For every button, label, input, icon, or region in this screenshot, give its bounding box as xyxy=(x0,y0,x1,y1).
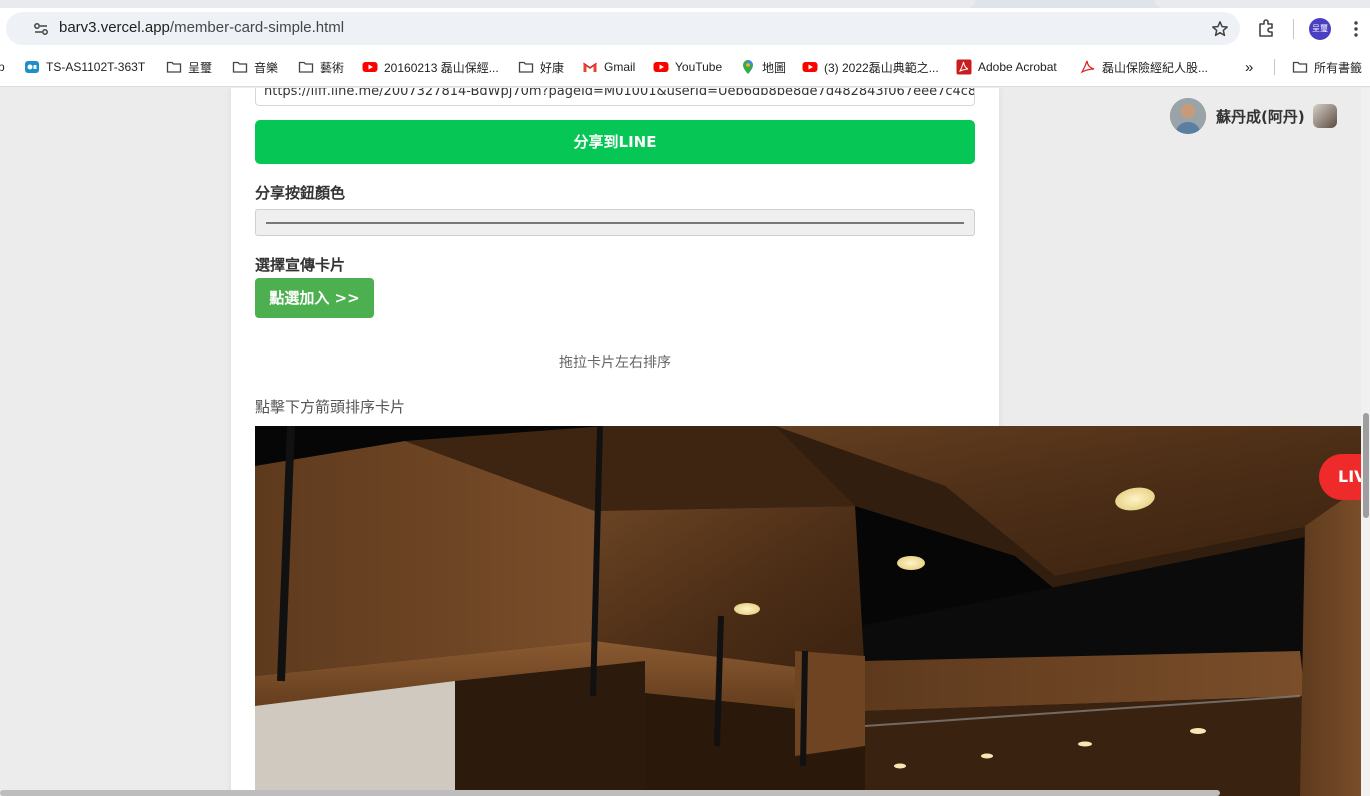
nas-icon xyxy=(25,61,39,73)
browser-menu-icon[interactable] xyxy=(1348,19,1364,39)
bookmark-item[interactable]: 磊山保險經紀人股... xyxy=(1080,58,1208,76)
bookmark-star-icon[interactable] xyxy=(1211,20,1229,38)
bookmark-label: 音樂 xyxy=(254,60,279,75)
share-to-line-button[interactable]: 分享到LINE xyxy=(255,120,975,164)
bookmark-item[interactable]: p xyxy=(0,58,5,76)
share-url-input[interactable]: https://liff.line.me/2007327814-BdWpj70m… xyxy=(255,88,975,106)
bookmark-label: (3) 2022磊山典範之... xyxy=(824,60,939,75)
user-name: 蘇丹成(阿丹) xyxy=(1216,107,1305,126)
bookmark-item[interactable]: 所有書籤 xyxy=(1292,58,1362,76)
toolbar-divider xyxy=(1293,19,1294,39)
color-swatch xyxy=(266,222,964,224)
bookmark-item[interactable]: 20160213 磊山保經... xyxy=(362,58,499,76)
folder-icon xyxy=(518,61,534,73)
bookmark-label: Adobe Acrobat xyxy=(978,60,1057,74)
bookmark-label: 磊山保險經紀人股... xyxy=(1102,60,1209,75)
acrobat-icon xyxy=(956,59,972,75)
arrow-sort-hint: 點擊下方箭頭排序卡片 xyxy=(255,398,406,416)
site-info-icon[interactable] xyxy=(33,21,49,37)
address-bar[interactable]: barv3.vercel.app/member-card-simple.html xyxy=(6,12,1240,45)
interior-ceiling-photo xyxy=(255,426,1362,796)
share-color-picker[interactable] xyxy=(255,209,975,236)
user-secondary-avatar xyxy=(1312,104,1337,128)
add-card-button[interactable]: 點選加入 >> xyxy=(255,278,374,318)
drag-sort-hint: 拖拉卡片左右排序 xyxy=(559,355,671,371)
bookmark-item[interactable]: Gmail xyxy=(582,58,635,76)
bookmark-item[interactable]: YouTube xyxy=(653,58,722,76)
acrobat-outline-icon xyxy=(1080,60,1095,74)
bookmark-label: TS-AS1102T-363T xyxy=(46,60,146,74)
bookmark-item[interactable]: 呈璽 xyxy=(166,58,212,76)
bookmarks-bar: p TS-AS1102T-363T 呈璽 音樂 藝術 20160213 磊山保經… xyxy=(0,54,1370,80)
bookmark-label: 藝術 xyxy=(320,60,345,75)
user-avatar xyxy=(1170,98,1206,134)
bookmarks-divider xyxy=(1274,59,1275,75)
folder-icon xyxy=(166,61,182,73)
select-card-label: 選擇宣傳卡片 xyxy=(255,256,346,274)
bookmark-label: 呈璽 xyxy=(188,60,213,75)
browser-chrome: barv3.vercel.app/member-card-simple.html… xyxy=(0,0,1370,87)
url-text[interactable]: barv3.vercel.app/member-card-simple.html xyxy=(59,19,344,36)
bookmark-label: 所有書籤 xyxy=(1314,60,1363,75)
active-tab[interactable] xyxy=(0,0,975,8)
youtube-icon xyxy=(653,62,669,72)
youtube-icon xyxy=(362,62,378,72)
scrollbar-thumb[interactable] xyxy=(1363,413,1369,518)
more-bookmarks-button[interactable]: » xyxy=(1245,58,1253,76)
more-icon: » xyxy=(1245,58,1254,76)
profile-avatar[interactable]: 呈璽 xyxy=(1309,18,1331,40)
bookmark-item[interactable]: (3) 2022磊山典範之... xyxy=(802,58,939,76)
bookmark-label: Gmail xyxy=(604,60,636,74)
folder-icon xyxy=(1292,61,1308,73)
promo-card-image[interactable] xyxy=(255,426,1362,796)
folder-icon xyxy=(232,61,248,73)
folder-icon xyxy=(298,61,314,73)
tab-strip xyxy=(0,0,1370,8)
bookmark-label: 20160213 磊山保經... xyxy=(384,60,499,75)
url-domain: barv3.vercel.app xyxy=(59,19,170,36)
bookmark-label: 地圖 xyxy=(762,60,787,75)
page-viewport: https://liff.line.me/2007327814-BdWpj70m… xyxy=(0,88,1370,796)
new-tab-area[interactable] xyxy=(1155,0,1370,8)
user-photo-icon xyxy=(1170,98,1206,134)
gmail-icon xyxy=(583,62,597,72)
bookmark-item[interactable]: 藝術 xyxy=(298,58,344,76)
bookmark-item[interactable]: 音樂 xyxy=(232,58,278,76)
bookmark-item[interactable]: 好康 xyxy=(518,58,564,76)
maps-icon xyxy=(743,60,753,74)
bookmark-label: 好康 xyxy=(540,60,565,75)
bookmark-item[interactable]: Adobe Acrobat xyxy=(956,58,1057,76)
share-color-label: 分享按鈕顏色 xyxy=(255,184,346,202)
url-path: /member-card-simple.html xyxy=(169,19,345,36)
bookmark-item[interactable]: TS-AS1102T-363T xyxy=(24,58,145,76)
bookmark-item[interactable]: 地圖 xyxy=(740,58,786,76)
bookmark-label: YouTube xyxy=(675,60,723,74)
horizontal-scrollbar[interactable] xyxy=(0,790,1220,796)
extensions-icon[interactable] xyxy=(1256,18,1276,38)
user-profile-chip[interactable]: 蘇丹成(阿丹) xyxy=(1170,98,1337,134)
youtube-icon xyxy=(802,62,818,72)
bookmark-label: p xyxy=(0,60,5,74)
